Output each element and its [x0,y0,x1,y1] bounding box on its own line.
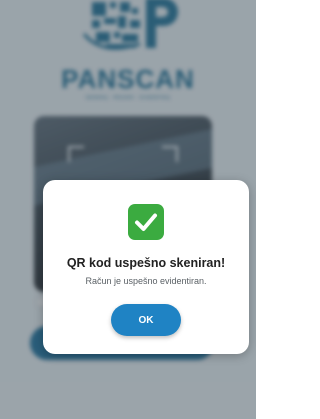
dialog-message: Račun je uspešno evidentiran. [85,276,207,286]
ok-button[interactable]: OK [111,304,181,336]
check-mark-icon [135,213,157,231]
app-screen: PANSCAN SKENIRAJ · PROVERI · EVIDENTIRAJ… [0,0,256,419]
success-dialog: QR kod uspešno skeniran! Račun je uspešn… [43,180,249,354]
dialog-title: QR kod uspešno skeniran! [66,256,226,270]
check-mark-button-icon [128,204,164,240]
